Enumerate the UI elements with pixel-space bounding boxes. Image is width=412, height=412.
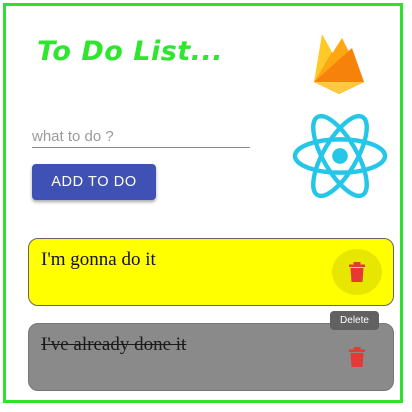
- page-title: To Do List...: [37, 36, 223, 67]
- todo-input[interactable]: [32, 118, 250, 150]
- trash-icon: [349, 347, 365, 367]
- react-icon: [292, 113, 388, 199]
- add-todo-button[interactable]: ADD TO DO: [32, 164, 156, 200]
- todo-item-text[interactable]: I'm gonna do it: [41, 249, 156, 271]
- todo-input-field[interactable]: [32, 118, 250, 150]
- trash-icon: [349, 262, 365, 282]
- todo-item-completed: I've already done it: [28, 323, 394, 391]
- app-frame: To Do List... ADD TO DO I'm gonna do it …: [3, 3, 403, 403]
- todo-item-text[interactable]: I've already done it: [41, 334, 186, 356]
- firebase-icon: [314, 34, 364, 94]
- delete-button[interactable]: [332, 334, 382, 380]
- delete-tooltip: Delete: [330, 311, 379, 330]
- delete-button[interactable]: [332, 249, 382, 295]
- todo-item-pending: I'm gonna do it: [28, 238, 394, 306]
